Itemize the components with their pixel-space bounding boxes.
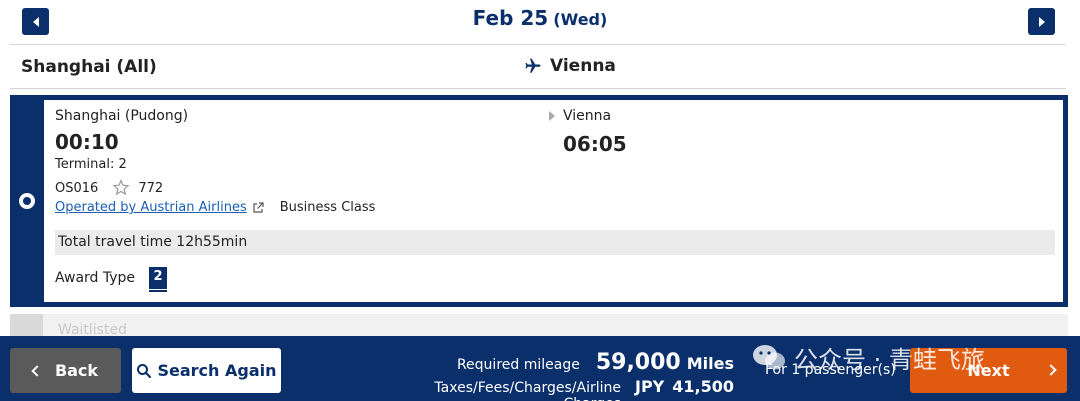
airplane-icon xyxy=(525,58,541,73)
date-header: Feb 25 (Wed) xyxy=(0,6,1080,30)
taxes-label: Taxes/Fees/Charges/Airline Charges xyxy=(434,380,621,401)
required-mileage-unit: Miles xyxy=(686,354,734,373)
taxes-amount: 41,500 xyxy=(672,377,734,396)
back-label: Back xyxy=(54,361,99,380)
date-label: Feb 25 xyxy=(472,6,549,30)
divider xyxy=(10,44,1066,45)
required-mileage-line: Required mileage 59,000 Miles xyxy=(390,350,734,375)
destination-city-group: Vienna xyxy=(524,56,616,76)
divider xyxy=(10,88,1066,89)
flight-number-row: OS016 772 xyxy=(55,179,163,197)
required-mileage-label: Required mileage xyxy=(456,357,580,373)
taxes-line: Taxes/Fees/Charges/Airline Charges JPY 4… xyxy=(390,377,734,401)
search-again-button[interactable]: Search Again xyxy=(132,348,281,393)
award-type-row: Award Type 2 xyxy=(55,267,168,292)
search-again-label: Search Again xyxy=(157,361,277,380)
chevron-right-icon xyxy=(1038,16,1045,27)
external-link-icon[interactable] xyxy=(252,201,264,214)
chevron-right-icon xyxy=(1045,364,1057,376)
arrival-time: 06:05 xyxy=(563,132,627,156)
chevron-left-icon xyxy=(31,364,43,377)
watermark: 公众号 · 青蛙飞旅 xyxy=(752,340,985,375)
destination-city: Vienna xyxy=(550,56,616,76)
next-day-button[interactable] xyxy=(1028,8,1055,35)
cabin-class: Business Class xyxy=(279,200,376,215)
total-travel-time: Total travel time 12h55min xyxy=(55,230,1055,255)
departure-airport: Shanghai (Pudong) xyxy=(55,108,189,124)
arrival-airport-row: Vienna xyxy=(549,108,611,124)
flight-number: OS016 xyxy=(55,180,99,196)
taxes-currency: JPY xyxy=(634,377,665,396)
flight-select-radio-column[interactable] xyxy=(10,95,43,307)
watermark-text: 公众号 · 青蛙飞旅 xyxy=(794,346,985,374)
search-icon xyxy=(137,363,152,378)
required-mileage-value: 59,000 xyxy=(595,350,681,375)
wechat-logo-icon xyxy=(753,344,785,369)
operator-row: Operated by Austrian Airlines Business C… xyxy=(55,200,375,215)
departure-time: 00:10 xyxy=(55,130,119,154)
aircraft-type: 772 xyxy=(138,180,164,196)
mileage-summary: Required mileage 59,000 Miles Taxes/Fees… xyxy=(390,350,734,401)
operated-by-link[interactable]: Operated by Austrian Airlines xyxy=(55,200,247,215)
terminal-info: Terminal: 2 xyxy=(55,157,127,172)
flight-details: Shanghai (Pudong) 00:10 Terminal: 2 OS01… xyxy=(44,100,1063,302)
arrival-airport: Vienna xyxy=(563,108,612,124)
arrow-right-icon xyxy=(549,111,555,121)
award-type-badge[interactable]: 2 xyxy=(149,267,168,292)
origin-city: Shanghai (All) xyxy=(21,57,157,77)
weekday-label: (Wed) xyxy=(553,10,608,29)
award-type-label: Award Type xyxy=(55,270,136,286)
flight-select-radio[interactable] xyxy=(18,193,35,209)
back-button[interactable]: Back xyxy=(10,348,121,393)
star-alliance-icon xyxy=(112,179,130,196)
flight-option-card[interactable]: Shanghai (Pudong) 00:10 Terminal: 2 OS01… xyxy=(10,95,1068,307)
